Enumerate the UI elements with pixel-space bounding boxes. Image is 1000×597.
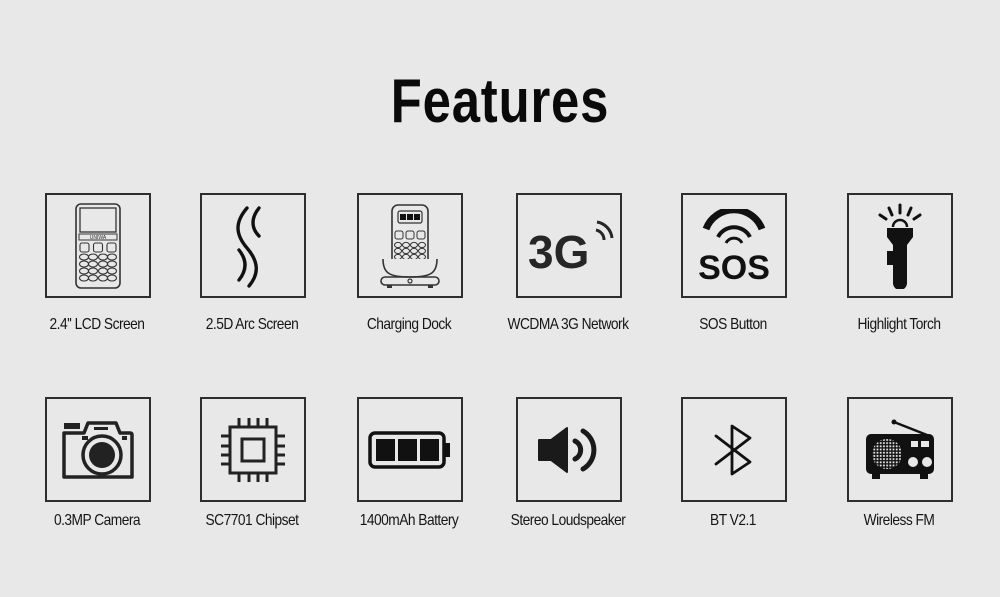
feature-label: Stereo Loudspeaker	[510, 512, 626, 529]
svg-text:UNIWA: UNIWA	[90, 235, 107, 241]
feature-box-charging-dock	[357, 193, 463, 298]
3g-network-icon: 3G	[528, 220, 614, 276]
feature-box-loudspeaker	[516, 397, 622, 502]
feature-label: 0.3MP Camera	[53, 512, 141, 529]
3g-text: 3G	[528, 226, 589, 276]
feature-box-bluetooth	[681, 397, 787, 502]
battery-icon	[368, 430, 450, 469]
sos-icon: SOS	[698, 208, 770, 283]
feature-box-lcd-screen: UNIWA	[45, 193, 151, 298]
feature-label: 2.4'' LCD Screen	[49, 316, 145, 333]
speaker-icon	[538, 426, 597, 473]
feature-box-sos-button: SOS	[681, 193, 787, 298]
feature-label: SOS Button	[699, 316, 767, 333]
feature-box-camera	[45, 397, 151, 502]
feature-box-wireless-fm	[847, 397, 953, 502]
page-title: Features	[390, 67, 610, 136]
chipset-icon	[221, 417, 285, 482]
feature-label: BT V2.1	[710, 512, 756, 529]
feature-label: SC7701 Chipset	[205, 512, 300, 529]
feature-box-3g-network: 3G	[516, 193, 622, 298]
phone-lcd-icon: UNIWA	[75, 202, 121, 289]
charging-dock-icon	[380, 203, 440, 288]
feature-label: WCDMA 3G Network	[507, 316, 629, 333]
feature-label: Charging Dock	[366, 316, 452, 333]
feature-box-arc-screen	[200, 193, 306, 298]
feature-label: 2.5D Arc Screen	[205, 316, 299, 333]
arc-screen-icon	[236, 205, 261, 288]
bluetooth-icon	[714, 424, 752, 475]
camera-icon	[62, 420, 134, 479]
feature-box-chipset	[200, 397, 306, 502]
feature-box-highlight-torch	[847, 193, 953, 298]
torch-icon	[878, 203, 922, 289]
sos-text: SOS	[698, 249, 770, 283]
feature-label: 1400mAh Battery	[359, 512, 459, 529]
feature-label: Wireless FM	[863, 512, 935, 529]
feature-box-battery	[357, 397, 463, 502]
radio-icon	[866, 419, 934, 479]
feature-label: Highlight Torch	[857, 316, 941, 333]
